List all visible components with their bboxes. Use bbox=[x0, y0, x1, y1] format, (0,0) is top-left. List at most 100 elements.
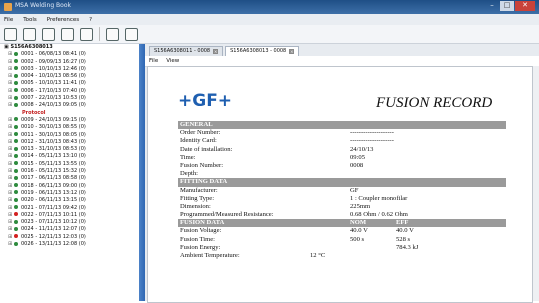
tree-item[interactable]: ⊞ 0009 - 24/10/13 09:15 (0) bbox=[0, 117, 139, 124]
tree-panel[interactable]: ▣ S156A6308013 ⊞ 0001 - 06/08/13 08:41 (0… bbox=[0, 44, 140, 301]
tree-item[interactable]: ⊞ 0026 - 13/11/13 12:08 (0) bbox=[0, 241, 139, 248]
minimize-button[interactable]: – bbox=[485, 1, 499, 11]
tree-item[interactable]: ⊞ 0004 - 10/10/13 08:56 (0) bbox=[0, 73, 139, 80]
status-dot-icon bbox=[14, 132, 18, 137]
fusion-record-page: +GF+ FUSION RECORD GENERAL Order Number: -… bbox=[166, 73, 516, 302]
document-title: FUSION RECORD bbox=[376, 95, 493, 111]
tree-item[interactable]: ⊞ 0023 - 07/11/13 10:12 (0) bbox=[0, 219, 139, 226]
tree-item-label: 0008 - 24/10/13 09:05 (0) bbox=[21, 102, 86, 109]
tree-item-label: 0010 - 30/10/13 08:55 (0) bbox=[21, 124, 86, 131]
menu-preferences[interactable]: Preferences bbox=[47, 17, 79, 23]
tree-item[interactable]: ⊞ 0003 - 10/10/13 12:46 (0) bbox=[0, 66, 139, 73]
expand-icon[interactable]: ⊞ bbox=[8, 124, 12, 131]
gf-logo: +GF+ bbox=[178, 91, 233, 111]
status-dot-icon bbox=[14, 241, 18, 246]
expand-icon[interactable]: ⊞ bbox=[8, 183, 12, 190]
menu-file[interactable]: File bbox=[4, 17, 13, 23]
expand-icon[interactable]: ⊞ bbox=[8, 226, 12, 233]
tree-protocol-item[interactable]: Protocol bbox=[0, 110, 139, 117]
tree-item[interactable]: ⊞ 0005 - 10/10/13 11:41 (0) bbox=[0, 80, 139, 87]
expand-icon[interactable]: ⊞ bbox=[8, 132, 12, 139]
document-scrollbar[interactable] bbox=[533, 66, 539, 301]
expand-icon[interactable]: ⊞ bbox=[8, 95, 12, 102]
tree-item[interactable]: ⊞ 0008 - 24/10/13 09:05 (0) bbox=[0, 102, 139, 109]
tree-item-label: 0016 - 05/11/13 15:32 (0) bbox=[21, 168, 86, 175]
expand-icon[interactable]: ⊞ bbox=[8, 212, 12, 219]
status-dot-icon bbox=[14, 146, 18, 151]
status-dot-icon bbox=[14, 95, 18, 100]
menu-tools[interactable]: Tools bbox=[23, 17, 37, 23]
expand-icon[interactable]: ⊞ bbox=[8, 153, 12, 160]
field-label: Order Number: bbox=[180, 129, 221, 137]
close-button[interactable]: ✕ bbox=[515, 1, 535, 11]
filter-icon[interactable] bbox=[23, 27, 36, 41]
expand-icon[interactable]: ⊞ bbox=[8, 175, 12, 182]
tree-item-label: 0014 - 05/11/13 13:10 (0) bbox=[21, 153, 86, 160]
download-icon[interactable] bbox=[125, 27, 138, 41]
calendar-icon[interactable] bbox=[106, 27, 119, 41]
expand-icon[interactable]: ⊞ bbox=[8, 73, 12, 80]
tree-item[interactable]: ⊞ 0015 - 05/11/13 13:55 (0) bbox=[0, 161, 139, 168]
tree-item[interactable]: ⊞ 0017 - 06/11/13 08:58 (0) bbox=[0, 175, 139, 182]
tree-item[interactable]: ⊞ 0007 - 22/10/13 10:53 (0) bbox=[0, 95, 139, 102]
expand-icon[interactable]: ⊞ bbox=[8, 117, 12, 124]
tree-item[interactable]: ⊞ 0025 - 12/11/13 12:03 (0) bbox=[0, 234, 139, 241]
tree-item[interactable]: ⊞ 0018 - 06/11/13 09:00 (0) bbox=[0, 183, 139, 190]
tab-record-1[interactable]: S156A6308011 - 0008 × bbox=[149, 46, 224, 56]
tree-item[interactable]: ⊞ 0020 - 06/11/13 13:15 (0) bbox=[0, 197, 139, 204]
field-label: Fusion Voltage: bbox=[180, 227, 222, 235]
status-dot-icon bbox=[14, 80, 18, 85]
menu-help[interactable]: ? bbox=[89, 17, 92, 23]
delete-icon[interactable] bbox=[80, 27, 93, 41]
tree-item[interactable]: ⊞ 0001 - 06/08/13 08:41 (0) bbox=[0, 51, 139, 58]
expand-icon[interactable]: ⊞ bbox=[8, 139, 12, 146]
field-value: 225mm bbox=[350, 202, 371, 210]
expand-icon[interactable]: ⊞ bbox=[8, 234, 12, 241]
record-row: Fitting Type: 1 : Coupler monofilar bbox=[178, 195, 506, 203]
doc-menu-view[interactable]: View bbox=[166, 58, 179, 64]
doc-menu-file[interactable]: File bbox=[149, 58, 158, 64]
tree-item[interactable]: ⊞ 0012 - 31/10/13 08:43 (0) bbox=[0, 139, 139, 146]
status-dot-icon bbox=[14, 51, 18, 56]
tree-item[interactable]: ⊞ 0011 - 30/10/13 08:05 (0) bbox=[0, 132, 139, 139]
expand-icon[interactable]: ⊞ bbox=[8, 190, 12, 197]
expand-icon[interactable]: ⊞ bbox=[8, 102, 12, 109]
expand-icon[interactable]: ⊞ bbox=[8, 219, 12, 226]
close-tab-icon[interactable]: × bbox=[213, 49, 219, 54]
expand-icon[interactable]: ⊞ bbox=[8, 88, 12, 95]
expand-icon[interactable]: ⊞ bbox=[8, 80, 12, 87]
tree-item[interactable]: ⊞ 0002 - 09/09/13 16:27 (0) bbox=[0, 59, 139, 66]
close-tab-icon[interactable]: × bbox=[289, 49, 295, 54]
tree-item[interactable]: ⊞ 0019 - 06/11/13 13:12 (0) bbox=[0, 190, 139, 197]
tree-item-label: 0009 - 24/10/13 09:15 (0) bbox=[21, 116, 86, 123]
export-icon[interactable] bbox=[42, 27, 55, 41]
status-dot-icon bbox=[14, 212, 18, 217]
expand-icon[interactable]: ⊞ bbox=[8, 168, 12, 175]
open-folder-icon[interactable] bbox=[4, 27, 17, 41]
tree-item[interactable]: ⊞ 0010 - 30/10/13 08:55 (0) bbox=[0, 124, 139, 131]
tree-item[interactable]: ⊞ 0016 - 05/11/13 15:32 (0) bbox=[0, 168, 139, 175]
field-value: -------------------- bbox=[350, 129, 394, 137]
expand-icon[interactable]: ⊞ bbox=[8, 205, 12, 212]
expand-icon[interactable]: ⊞ bbox=[8, 66, 12, 73]
expand-icon[interactable]: ⊞ bbox=[8, 59, 12, 66]
tree-item-label: 0017 - 06/11/13 08:58 (0) bbox=[21, 175, 86, 182]
expand-icon[interactable]: ⊞ bbox=[8, 241, 12, 248]
expand-icon[interactable]: ⊞ bbox=[8, 197, 12, 204]
tree-item[interactable]: ⊞ 0006 - 17/10/13 07:40 (0) bbox=[0, 88, 139, 95]
tree-item[interactable]: ⊞ 0014 - 05/11/13 13:10 (0) bbox=[0, 153, 139, 160]
tree-item[interactable]: ⊞ 0022 - 07/11/13 10:11 (0) bbox=[0, 212, 139, 219]
tree-item[interactable]: ⊞ 0013 - 31/10/13 08:53 (0) bbox=[0, 146, 139, 153]
tree-root[interactable]: ▣ S156A6308013 bbox=[0, 44, 139, 51]
tree-items: ⊞ 0001 - 06/08/13 08:41 (0) ⊞ 0002 - 09/09/… bbox=[0, 51, 139, 248]
tree-item[interactable]: ⊞ 0021 - 07/11/13 09:42 (0) bbox=[0, 205, 139, 212]
expand-icon[interactable]: ⊞ bbox=[8, 146, 12, 153]
tree-item-label: 0020 - 06/11/13 13:15 (0) bbox=[21, 197, 86, 204]
copy-icon[interactable] bbox=[61, 27, 74, 41]
expand-icon[interactable]: ⊞ bbox=[8, 51, 12, 58]
tree-item[interactable]: ⊞ 0024 - 11/11/13 12:07 (0) bbox=[0, 226, 139, 233]
tab-record-2[interactable]: S156A6308013 - 0008 × bbox=[225, 46, 300, 56]
maximize-button[interactable]: □ bbox=[500, 1, 514, 11]
tree-item-label: 0005 - 10/10/13 11:41 (0) bbox=[21, 80, 86, 87]
expand-icon[interactable]: ⊞ bbox=[8, 161, 12, 168]
